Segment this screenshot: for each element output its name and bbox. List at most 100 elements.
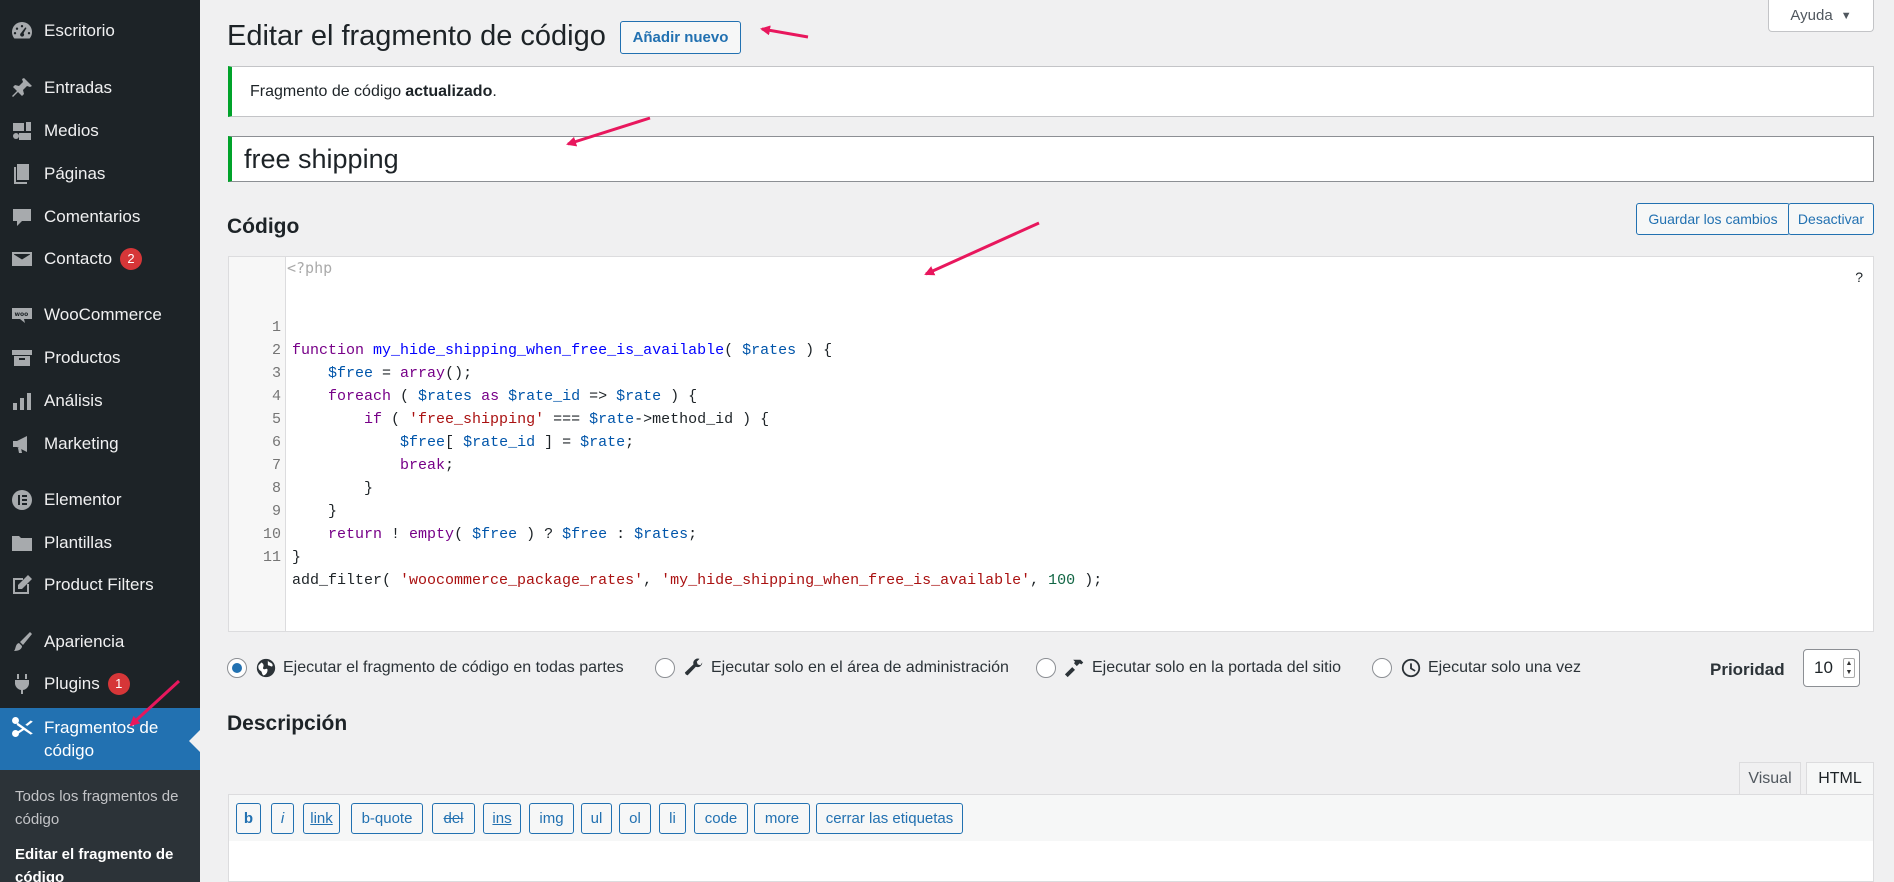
media-icon xyxy=(0,119,44,143)
code-line: 6 break; xyxy=(229,408,454,474)
quicktag-more-button[interactable]: more xyxy=(754,803,810,834)
notification-badge: 1 xyxy=(107,673,130,695)
line-code: } xyxy=(292,480,374,497)
quicktag-img-button[interactable]: img xyxy=(529,803,574,834)
dashboard-icon xyxy=(0,19,44,43)
add-new-button[interactable]: Añadir nuevo xyxy=(620,21,741,54)
code-line: 11 add_filter( 'woocommerce_package_rate… xyxy=(229,523,1102,589)
sidebar-item-escritorio[interactable]: Escritorio xyxy=(0,13,200,49)
php-open-tag: <?php xyxy=(287,259,333,277)
submenu-item-editar[interactable]: Editar el fragmento de código xyxy=(15,843,195,882)
quicktag-bquote-button[interactable]: b-quote xyxy=(351,803,423,834)
sidebar-item-label: Entradas xyxy=(44,78,113,97)
sidebar-item-product-filters[interactable]: Product Filters xyxy=(0,567,200,603)
tab-visual[interactable]: Visual xyxy=(1739,762,1801,795)
sidebar-item-contacto[interactable]: Contacto 2 xyxy=(0,241,200,277)
run-option-once[interactable]: Ejecutar solo una vez xyxy=(1372,656,1581,680)
sidebar-submenu: Todos los fragmentos de código Editar el… xyxy=(0,770,200,882)
quicktag-italic-button[interactable]: i xyxy=(271,803,294,834)
sidebar-item-label: Productos xyxy=(44,348,121,367)
priority-value: 10 xyxy=(1814,658,1833,677)
radio-button[interactable] xyxy=(655,658,675,678)
priority-input[interactable]: 10 ▲ ▼ xyxy=(1803,649,1860,687)
code-editor[interactable]: <?php ? 1 function my_hide_shipping_when… xyxy=(228,256,1874,632)
description-textarea[interactable] xyxy=(228,841,1874,882)
radio-button[interactable] xyxy=(227,658,247,678)
line-number: 11 xyxy=(262,549,281,566)
line-code: function my_hide_shipping_when_free_is_a… xyxy=(292,342,833,359)
sidebar-item-productos[interactable]: Productos xyxy=(0,340,200,376)
radio-button[interactable] xyxy=(1372,658,1392,678)
code-line: 10 } xyxy=(229,500,301,566)
line-code: add_filter( 'woocommerce_package_rates',… xyxy=(292,572,1103,589)
tab-html[interactable]: HTML xyxy=(1806,762,1874,795)
brush-icon xyxy=(0,630,44,654)
code-line: 7 } xyxy=(229,431,373,497)
number-spinner[interactable]: ▲ ▼ xyxy=(1843,658,1855,678)
run-option-frontend[interactable]: Ejecutar solo en la portada del sitio xyxy=(1036,656,1341,680)
run-option-admin[interactable]: Ejecutar solo en el área de administraci… xyxy=(655,656,1009,680)
pin-icon xyxy=(0,76,44,100)
notice-text: Fragmento de código xyxy=(250,82,402,100)
help-tab-button[interactable]: Ayuda ▼ xyxy=(1768,0,1874,32)
quicktag-ol-button[interactable]: ol xyxy=(619,803,651,834)
submenu-item-todos[interactable]: Todos los fragmentos de código xyxy=(15,785,195,831)
sidebar-item-label: Product Filters xyxy=(44,575,154,594)
triangle-down-icon: ▼ xyxy=(1840,9,1852,22)
quicktag-close-tags-button[interactable]: cerrar las etiquetas xyxy=(816,803,963,834)
admin-sidebar: Escritorio Entradas Medios Páginas Comen… xyxy=(0,0,200,882)
code-line: 3 foreach ( $rates as $rate_id => $rate … xyxy=(229,339,697,405)
radio-button[interactable] xyxy=(1036,658,1056,678)
sidebar-item-plantillas[interactable]: Plantillas xyxy=(0,525,200,561)
sidebar-item-medios[interactable]: Medios xyxy=(0,113,200,149)
sidebar-item-label: Elementor xyxy=(44,490,122,509)
quicktag-del-button[interactable]: del xyxy=(432,803,475,834)
folder-icon xyxy=(0,531,44,555)
pages-icon xyxy=(0,162,44,186)
sidebar-item-label: Plantillas xyxy=(44,533,113,552)
quicktag-ins-button[interactable]: ins xyxy=(483,803,521,834)
run-option-everywhere[interactable]: Ejecutar el fragmento de código en todas… xyxy=(227,656,624,680)
comment-icon xyxy=(0,205,44,229)
quicktag-link-button[interactable]: link xyxy=(303,803,340,834)
notification-badge: 2 xyxy=(120,248,143,270)
run-option-label: Ejecutar solo en el área de administraci… xyxy=(711,659,1009,676)
plugin-icon xyxy=(0,672,44,696)
sidebar-item-woocommerce[interactable]: woo WooCommerce xyxy=(0,297,200,333)
quicktag-li-button[interactable]: li xyxy=(659,803,686,834)
chart-icon xyxy=(0,389,44,413)
sidebar-item-label: Escritorio xyxy=(44,21,115,40)
sidebar-item-paginas[interactable]: Páginas xyxy=(0,156,200,192)
svg-text:woo: woo xyxy=(15,311,29,318)
quicktag-bold-button[interactable]: b xyxy=(236,803,261,834)
code-line: 9 return ! empty( $free ) ? $free : $rat… xyxy=(229,477,697,543)
sidebar-item-apariencia[interactable]: Apariencia xyxy=(0,624,200,660)
deactivate-button[interactable]: Desactivar xyxy=(1788,203,1874,235)
run-option-label: Ejecutar solo una vez xyxy=(1428,659,1581,676)
scissors-icon xyxy=(0,714,44,740)
sidebar-item-marketing[interactable]: Marketing xyxy=(0,426,200,462)
quicktag-code-button[interactable]: code xyxy=(694,803,748,834)
line-code: $free = array(); xyxy=(328,365,473,382)
priority-label: Prioridad xyxy=(1710,660,1785,679)
sidebar-item-label: Análisis xyxy=(44,391,103,410)
wrench-icon xyxy=(683,657,705,679)
sidebar-item-entradas[interactable]: Entradas xyxy=(0,70,200,106)
sidebar-item-plugins[interactable]: Plugins 1 xyxy=(0,666,200,702)
save-changes-button[interactable]: Guardar los cambios xyxy=(1636,203,1790,235)
sidebar-item-analisis[interactable]: Análisis xyxy=(0,383,200,419)
line-code: $free[ $rate_id ] = $rate; xyxy=(400,434,635,451)
editor-help-link[interactable]: ? xyxy=(1855,269,1863,285)
line-code: return ! empty( $free ) ? $free : $rates… xyxy=(328,526,698,543)
sidebar-item-comentarios[interactable]: Comentarios xyxy=(0,199,200,235)
hammer-icon xyxy=(1064,657,1086,679)
sidebar-item-label: Contacto xyxy=(44,249,113,268)
sidebar-item-label: Apariencia xyxy=(44,632,125,651)
line-code: } xyxy=(292,503,338,520)
sidebar-item-fragmentos[interactable]: Fragmentos de código xyxy=(0,708,200,770)
sidebar-item-label: Marketing xyxy=(44,434,119,453)
quicktag-ul-button[interactable]: ul xyxy=(581,803,612,834)
sidebar-item-elementor[interactable]: Elementor xyxy=(0,482,200,518)
snippet-title-input[interactable]: free shipping xyxy=(228,136,1874,182)
archive-icon xyxy=(0,346,44,370)
